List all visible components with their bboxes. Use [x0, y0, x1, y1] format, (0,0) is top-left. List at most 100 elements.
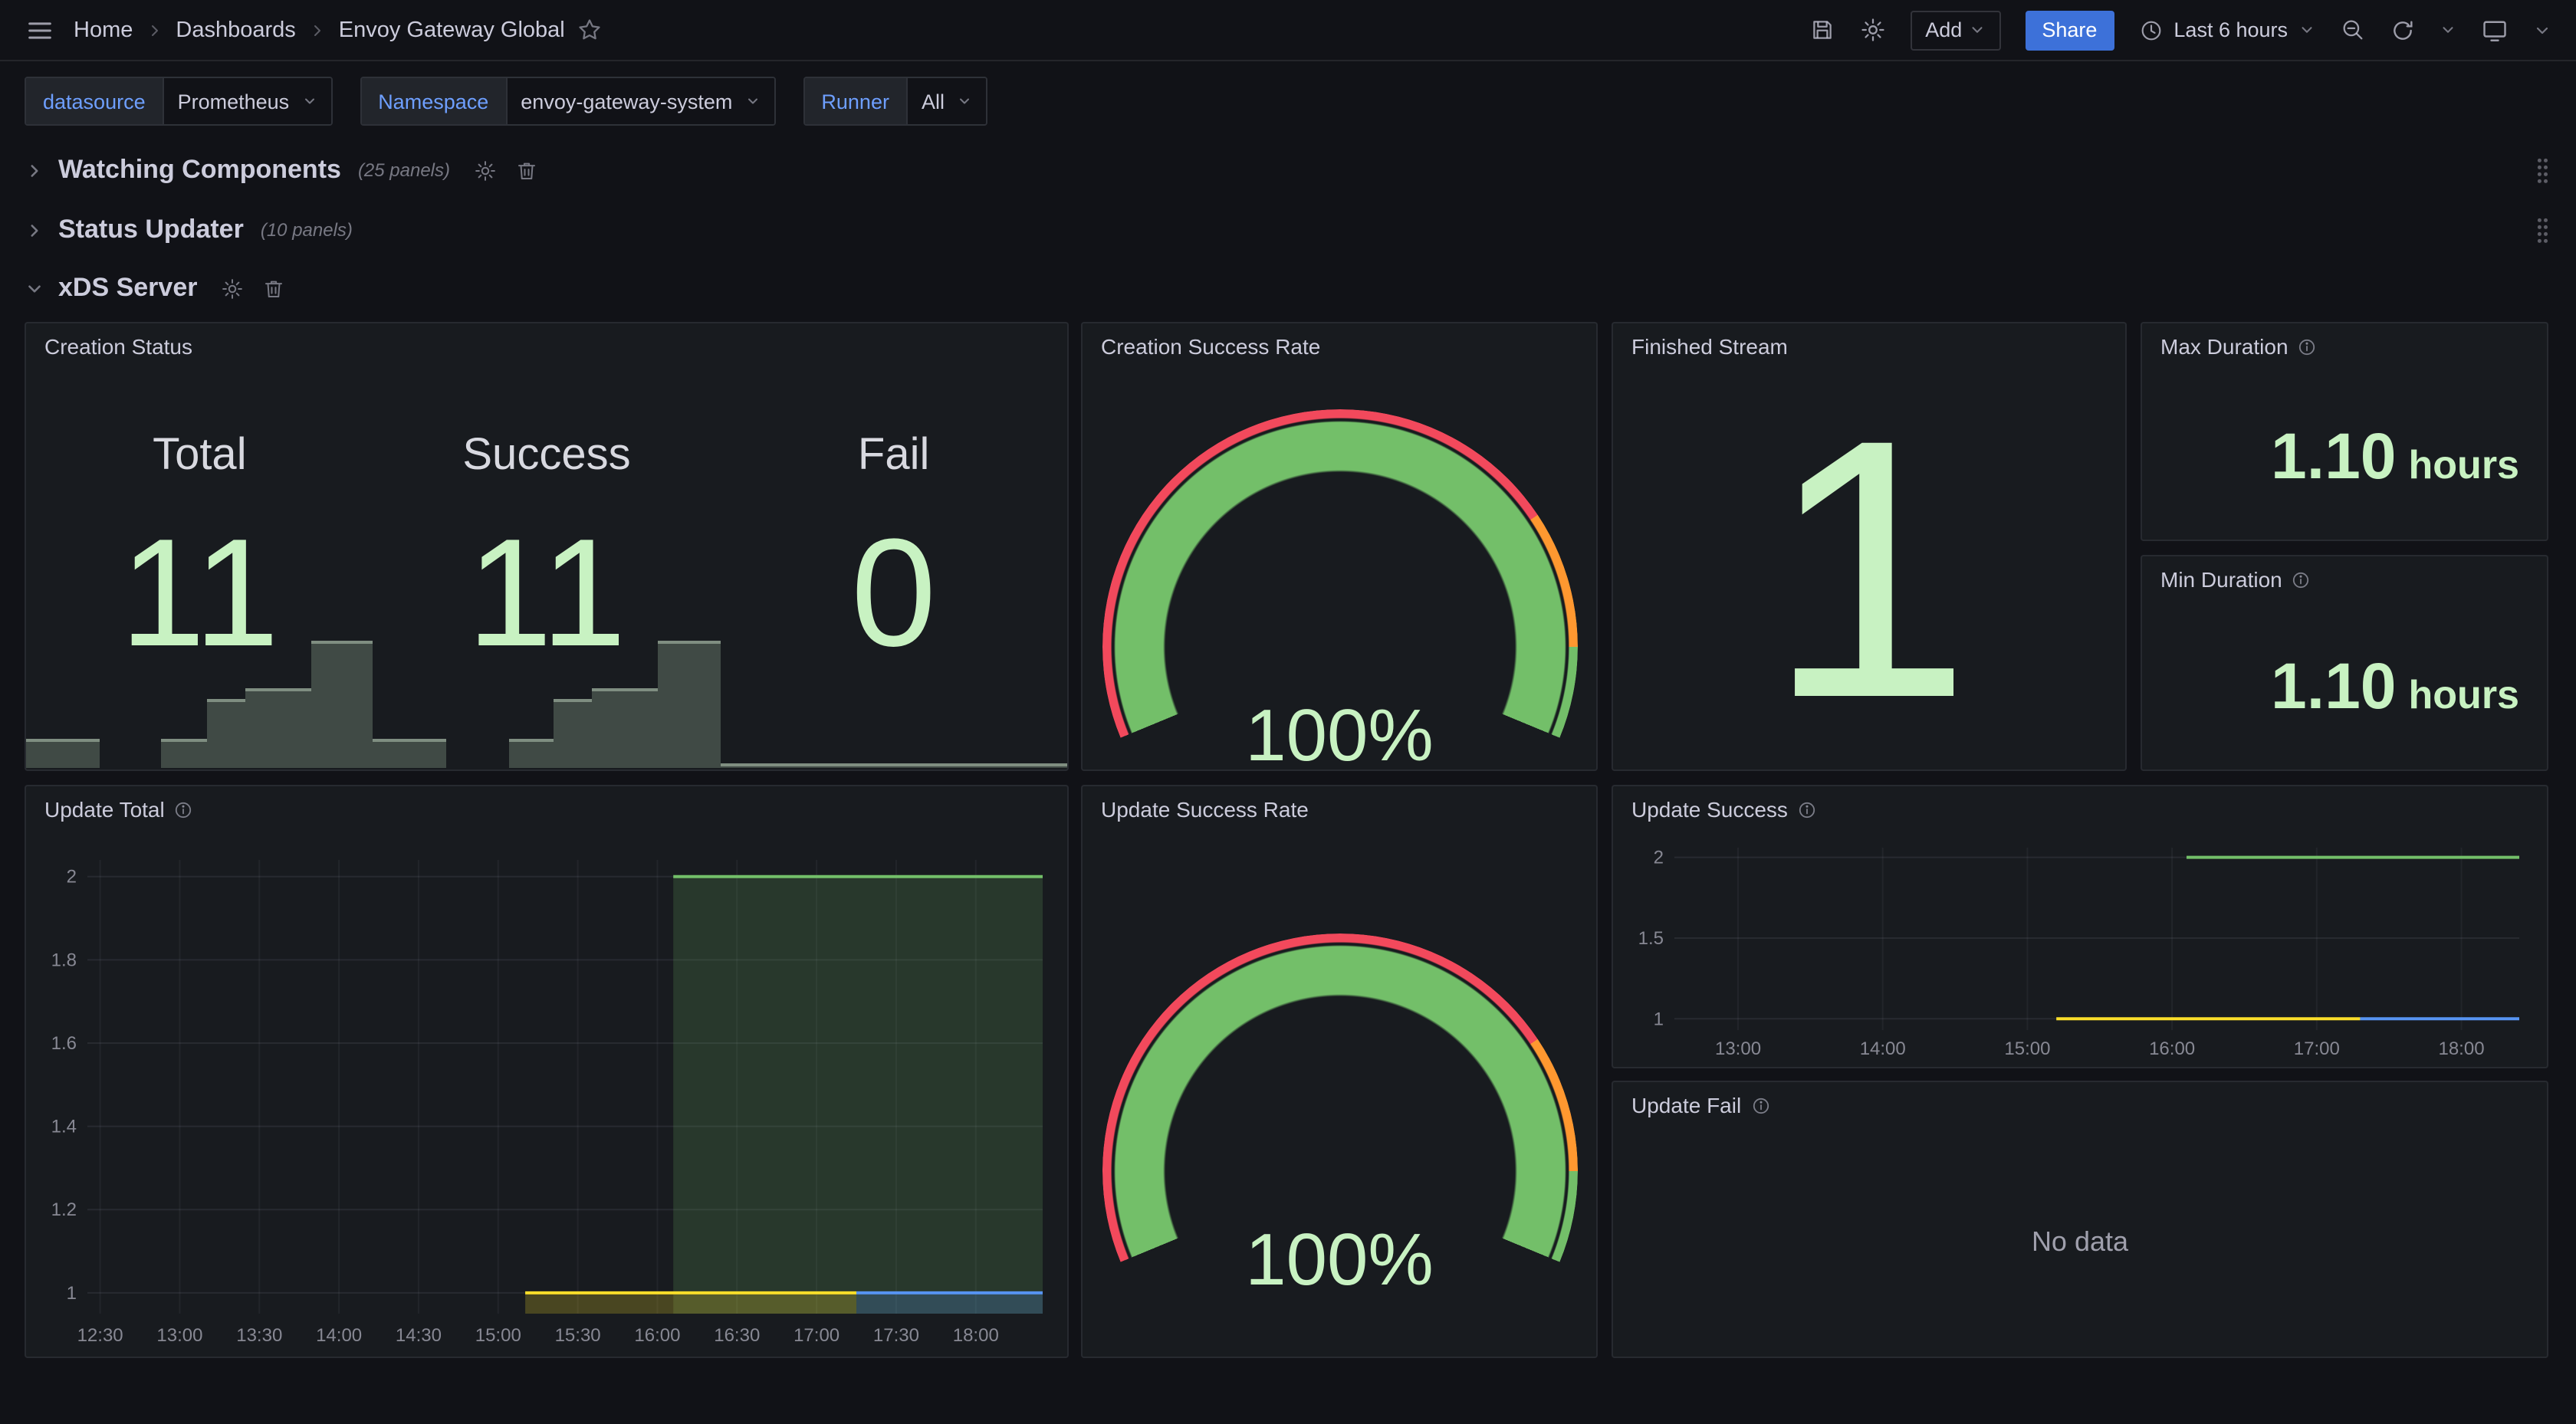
row-delete-button[interactable] — [514, 159, 537, 182]
refresh-interval-button[interactable] — [2440, 21, 2456, 38]
svg-text:1.5: 1.5 — [1638, 928, 1664, 949]
info-icon[interactable] — [1750, 1095, 1770, 1115]
refresh-button[interactable] — [2390, 18, 2415, 42]
row-delete-button[interactable] — [261, 277, 284, 300]
time-range-label: Last 6 hours — [2174, 18, 2288, 41]
top-nav-actions: Add Share Last 6 hours — [1809, 10, 2551, 50]
stat-label: Fail — [720, 431, 1067, 481]
gauge-value-text: 100% — [1102, 1219, 1577, 1303]
stat-success: Success 11 — [373, 376, 721, 768]
svg-text:18:00: 18:00 — [953, 1325, 999, 1346]
row-xds-server[interactable]: xDS Server — [25, 265, 2551, 311]
panel-title[interactable]: Update Success Rate — [1101, 797, 1309, 822]
svg-text:13:00: 13:00 — [156, 1325, 202, 1346]
drag-handle-icon[interactable] — [2533, 156, 2551, 184]
timeseries-chart[interactable]: 12:30 13:00 13:30 14:00 14:30 15:00 15:30 16:00… — [38, 842, 1052, 1347]
stat-label: Success — [373, 431, 721, 481]
svg-text:17:30: 17:30 — [873, 1325, 919, 1346]
gauge: 100% — [1102, 933, 1577, 1409]
save-dashboard-button[interactable] — [1809, 17, 1835, 43]
panel-title[interactable]: Update Total — [44, 797, 165, 822]
svg-text:17:00: 17:00 — [2294, 1038, 2340, 1059]
svg-text:1.4: 1.4 — [51, 1117, 77, 1137]
panel-title[interactable]: Creation Status — [44, 334, 192, 359]
breadcrumb-home[interactable]: Home — [74, 18, 133, 42]
panel-update-success-rate: Update Success Rate 100% — [1081, 785, 1598, 1358]
chevron-right-icon — [308, 21, 327, 39]
svg-text:16:00: 16:00 — [634, 1325, 680, 1346]
stat-fail: Fail 0 — [720, 376, 1067, 768]
stat-columns: Total 11 Success 11 Fail 0 — [26, 376, 1067, 768]
panel-title[interactable]: Max Duration — [2160, 334, 2288, 359]
dashboard-canvas: Watching Components (25 panels) Status U… — [0, 61, 2576, 1424]
row-title: Watching Components — [58, 155, 341, 185]
svg-text:13:00: 13:00 — [1715, 1038, 1761, 1059]
drag-handle-icon[interactable] — [2533, 216, 2551, 244]
panel-title[interactable]: Update Fail — [1631, 1093, 1741, 1117]
svg-text:16:30: 16:30 — [714, 1325, 760, 1346]
info-icon[interactable] — [2298, 336, 2318, 356]
timeseries-chart[interactable]: 13:0014:0015:0016:0017:0018:0011.52 — [1625, 835, 2528, 1061]
breadcrumb-current: Envoy Gateway Global — [339, 18, 565, 42]
info-icon[interactable] — [174, 799, 194, 819]
svg-text:14:00: 14:00 — [316, 1325, 362, 1346]
share-button[interactable]: Share — [2025, 10, 2114, 50]
panel-finished-stream: Finished Stream 1 — [1612, 322, 2127, 771]
svg-text:2: 2 — [67, 867, 77, 888]
svg-text:12:30: 12:30 — [77, 1325, 123, 1346]
svg-text:15:00: 15:00 — [475, 1325, 521, 1346]
svg-text:18:00: 18:00 — [2438, 1038, 2484, 1059]
stat-value: 1 — [1613, 366, 2125, 769]
panel-title[interactable]: Update Success — [1631, 797, 1788, 822]
zoom-out-button[interactable] — [2340, 17, 2366, 43]
panel-title[interactable]: Finished Stream — [1631, 334, 1788, 359]
stat-number: 1.10 — [2271, 650, 2397, 723]
dashboard-settings-button[interactable] — [1859, 17, 1885, 43]
svg-text:1.8: 1.8 — [51, 950, 77, 970]
svg-text:2: 2 — [1654, 848, 1664, 868]
info-icon[interactable] — [1797, 799, 1817, 819]
chevron-right-icon — [25, 160, 44, 180]
add-panel-button[interactable]: Add — [1910, 10, 2000, 50]
chevron-down-icon — [25, 278, 44, 298]
row-panel-count: (25 panels) — [358, 159, 450, 181]
top-nav: Home Dashboards Envoy Gateway Global Add… — [0, 0, 2576, 61]
svg-text:16:00: 16:00 — [2149, 1038, 2195, 1059]
panel-update-total: Update Total 12:30 13:00 13:30 14:00 14:30 15… — [25, 785, 1069, 1358]
breadcrumb: Home Dashboards Envoy Gateway Global — [74, 17, 603, 43]
row-watching-components[interactable]: Watching Components (25 panels) — [25, 147, 2551, 193]
breadcrumb-dashboards[interactable]: Dashboards — [176, 18, 295, 42]
menu-toggle-button[interactable] — [25, 15, 55, 45]
row-settings-button[interactable] — [473, 159, 496, 182]
stat-unit: hours — [2409, 671, 2519, 719]
stat-value: 1.10 hours — [2271, 650, 2519, 723]
row-title: xDS Server — [58, 273, 197, 304]
panel-title[interactable]: Creation Success Rate — [1101, 334, 1320, 359]
collapse-topnav-button[interactable] — [2533, 21, 2551, 39]
sparkline — [373, 636, 721, 768]
svg-text:15:30: 15:30 — [555, 1325, 601, 1346]
svg-text:1.2: 1.2 — [51, 1199, 77, 1220]
svg-text:15:00: 15:00 — [2004, 1038, 2050, 1059]
panel-title[interactable]: Min Duration — [2160, 567, 2282, 592]
no-data-text: No data — [1613, 1128, 2547, 1357]
svg-text:1: 1 — [1654, 1009, 1664, 1029]
chevron-down-icon — [2298, 21, 2315, 38]
row-title: Status Updater — [58, 215, 244, 245]
cycle-view-mode-button[interactable] — [2481, 16, 2509, 44]
svg-text:1.6: 1.6 — [51, 1033, 77, 1054]
stat-value: 1.10 hours — [2271, 420, 2519, 494]
row-status-updater[interactable]: Status Updater (10 panels) — [25, 207, 2551, 253]
panel-creation-status: Creation Status Total 11 Success 11 Fail… — [25, 322, 1069, 771]
info-icon[interactable] — [2292, 569, 2312, 589]
svg-text:13:30: 13:30 — [236, 1325, 282, 1346]
favorite-star-button[interactable] — [577, 17, 603, 43]
stat-unit: hours — [2409, 441, 2519, 489]
chevron-down-icon — [1968, 21, 1985, 38]
row-settings-button[interactable] — [220, 277, 243, 300]
time-range-picker[interactable]: Last 6 hours — [2138, 18, 2315, 42]
share-label: Share — [2042, 18, 2097, 41]
panel-creation-success-rate: Creation Success Rate 100% — [1081, 322, 1598, 771]
clock-icon — [2138, 18, 2163, 42]
svg-text:14:30: 14:30 — [396, 1325, 442, 1346]
